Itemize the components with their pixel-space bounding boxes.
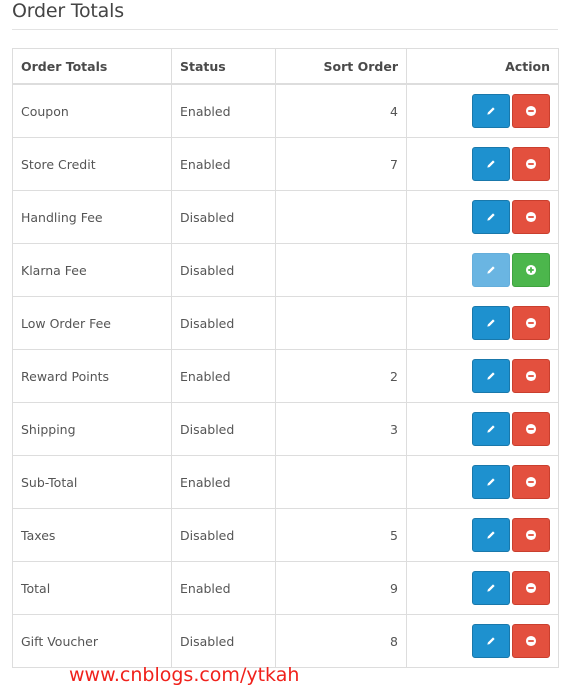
row-sort-order: 3 bbox=[275, 402, 407, 456]
edit-button[interactable] bbox=[472, 624, 510, 658]
row-actions bbox=[406, 83, 559, 138]
row-name: Total bbox=[12, 561, 172, 615]
edit-button[interactable] bbox=[472, 359, 510, 393]
row-status: Enabled bbox=[171, 137, 276, 191]
uninstall-button[interactable] bbox=[512, 147, 550, 181]
row-actions bbox=[406, 296, 559, 350]
row-sort-order bbox=[275, 296, 407, 350]
edit-button[interactable] bbox=[472, 147, 510, 181]
table-row: Store Credit Enabled 7 bbox=[12, 137, 559, 191]
edit-button[interactable] bbox=[472, 465, 510, 499]
row-status: Disabled bbox=[171, 296, 276, 350]
order-totals-table: Order Totals Status Sort Order Action Co… bbox=[12, 48, 559, 668]
page-title: Order Totals bbox=[12, 0, 124, 22]
row-status: Enabled bbox=[171, 561, 276, 615]
table-header-row: Order Totals Status Sort Order Action bbox=[12, 48, 559, 85]
row-status: Enabled bbox=[171, 349, 276, 403]
row-sort-order: 5 bbox=[275, 508, 407, 562]
table-row: Taxes Disabled 5 bbox=[12, 508, 559, 562]
uninstall-button[interactable] bbox=[512, 518, 550, 552]
uninstall-button[interactable] bbox=[512, 94, 550, 128]
uninstall-button[interactable] bbox=[512, 571, 550, 605]
row-status: Disabled bbox=[171, 614, 276, 668]
row-status: Disabled bbox=[171, 243, 276, 297]
row-sort-order: 7 bbox=[275, 137, 407, 191]
row-sort-order: 8 bbox=[275, 614, 407, 668]
row-name: Store Credit bbox=[12, 137, 172, 191]
row-name: Handling Fee bbox=[12, 190, 172, 244]
table-row: Gift Voucher Disabled 8 bbox=[12, 614, 559, 668]
row-name: Taxes bbox=[12, 508, 172, 562]
edit-button[interactable] bbox=[472, 253, 510, 287]
row-name: Reward Points bbox=[12, 349, 172, 403]
table-row: Shipping Disabled 3 bbox=[12, 402, 559, 456]
uninstall-button[interactable] bbox=[512, 359, 550, 393]
table-row: Total Enabled 9 bbox=[12, 561, 559, 615]
row-status: Disabled bbox=[171, 508, 276, 562]
row-actions bbox=[406, 455, 559, 509]
row-actions bbox=[406, 243, 559, 297]
uninstall-button[interactable] bbox=[512, 624, 550, 658]
install-button[interactable] bbox=[512, 253, 550, 287]
row-sort-order: 2 bbox=[275, 349, 407, 403]
row-actions bbox=[406, 614, 559, 668]
uninstall-button[interactable] bbox=[512, 412, 550, 446]
uninstall-button[interactable] bbox=[512, 200, 550, 234]
row-status: Enabled bbox=[171, 83, 276, 138]
edit-button[interactable] bbox=[472, 518, 510, 552]
title-divider bbox=[12, 29, 558, 30]
row-name: Low Order Fee bbox=[12, 296, 172, 350]
table-row: Handling Fee Disabled bbox=[12, 190, 559, 244]
table-row: Reward Points Enabled 2 bbox=[12, 349, 559, 403]
table-row: Klarna Fee Disabled bbox=[12, 243, 559, 297]
uninstall-button[interactable] bbox=[512, 306, 550, 340]
table-row: Sub-Total Enabled bbox=[12, 455, 559, 509]
row-name: Shipping bbox=[12, 402, 172, 456]
edit-button[interactable] bbox=[472, 571, 510, 605]
row-status: Enabled bbox=[171, 455, 276, 509]
row-sort-order bbox=[275, 243, 407, 297]
edit-button[interactable] bbox=[472, 94, 510, 128]
row-sort-order: 9 bbox=[275, 561, 407, 615]
row-sort-order bbox=[275, 455, 407, 509]
row-status: Disabled bbox=[171, 402, 276, 456]
table-row: Low Order Fee Disabled bbox=[12, 296, 559, 350]
edit-button[interactable] bbox=[472, 200, 510, 234]
row-actions bbox=[406, 349, 559, 403]
row-name: Coupon bbox=[12, 83, 172, 138]
row-actions bbox=[406, 508, 559, 562]
edit-button[interactable] bbox=[472, 306, 510, 340]
row-sort-order bbox=[275, 190, 407, 244]
column-header-action: Action bbox=[406, 48, 559, 85]
row-status: Disabled bbox=[171, 190, 276, 244]
column-header-status: Status bbox=[171, 48, 276, 85]
row-name: Sub-Total bbox=[12, 455, 172, 509]
row-name: Gift Voucher bbox=[12, 614, 172, 668]
row-actions bbox=[406, 402, 559, 456]
row-actions bbox=[406, 137, 559, 191]
uninstall-button[interactable] bbox=[512, 465, 550, 499]
row-name: Klarna Fee bbox=[12, 243, 172, 297]
row-actions bbox=[406, 561, 559, 615]
table-row: Coupon Enabled 4 bbox=[12, 83, 559, 138]
edit-button[interactable] bbox=[472, 412, 510, 446]
row-sort-order: 4 bbox=[275, 83, 407, 138]
watermark: www.cnblogs.com/ytkah bbox=[69, 664, 300, 686]
column-header-sort-order: Sort Order bbox=[275, 48, 407, 85]
row-actions bbox=[406, 190, 559, 244]
column-header-name: Order Totals bbox=[12, 48, 172, 85]
